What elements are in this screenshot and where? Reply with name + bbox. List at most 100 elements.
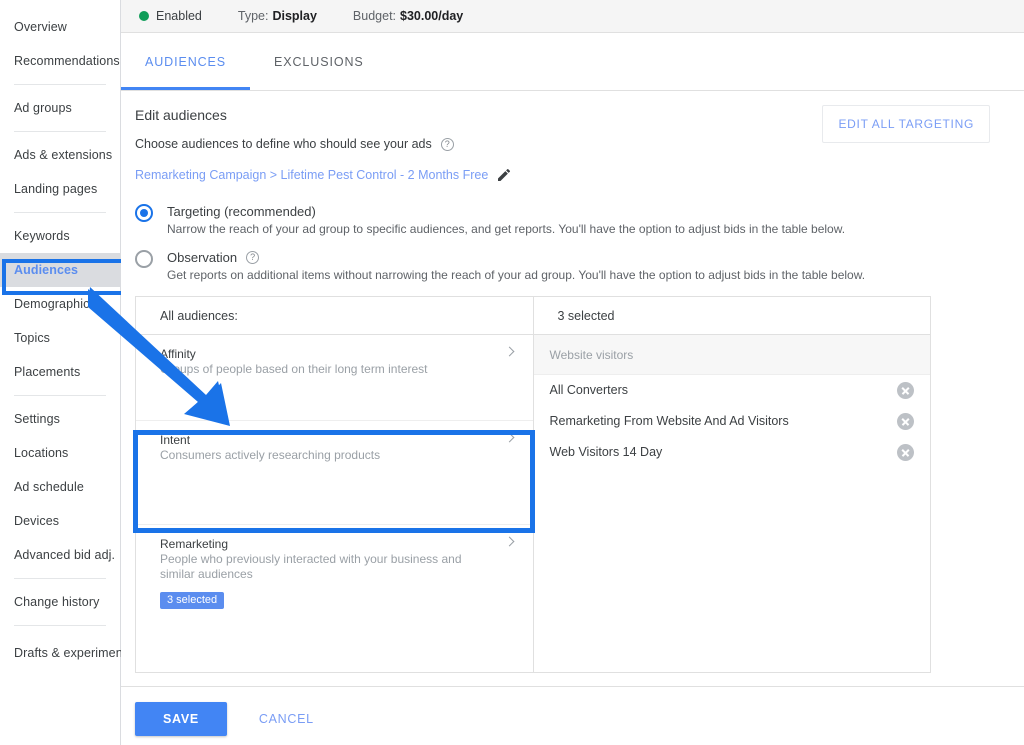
selected-audience-row[interactable]: Remarketing From Website And Ad Visitors	[534, 406, 931, 436]
status-text: Enabled	[156, 9, 202, 23]
sidebar-item-label: Overview	[14, 20, 67, 34]
sidebar-divider	[14, 625, 106, 626]
budget-label: Budget:	[352, 9, 397, 23]
type-label: Type:	[237, 9, 269, 23]
campaign-state: Enabled	[139, 9, 202, 23]
sidebar-item-placements[interactable]: Placements	[0, 355, 120, 389]
sidebar-item-devices[interactable]: Devices	[0, 504, 120, 538]
left-navigation-sidebar: Overview Recommendations Ad groups Ads &…	[0, 0, 133, 745]
sidebar-item-recommendations[interactable]: Recommendations	[0, 44, 120, 78]
sidebar-divider	[14, 395, 106, 396]
tab-exclusions[interactable]: EXCLUSIONS	[250, 34, 388, 90]
sidebar-item-settings[interactable]: Settings	[0, 402, 120, 436]
remove-icon[interactable]	[897, 412, 914, 430]
all-audiences-column: All audiences: Affinity Groups of people…	[136, 297, 534, 672]
edit-all-targeting-button[interactable]: EDIT ALL TARGETING	[822, 105, 990, 143]
google-ads-audiences-screen: Overview Recommendations Ad groups Ads &…	[0, 0, 1024, 745]
sidebar-item-label: Demographics	[14, 297, 96, 311]
audience-category-intent[interactable]: Intent Consumers actively researching pr…	[136, 421, 533, 525]
sidebar-item-label: Drafts & experiments	[14, 645, 133, 660]
sidebar-item-label: Devices	[14, 514, 60, 528]
panel-subtitle: Choose audiences to define who should se…	[135, 137, 432, 151]
category-name: Intent	[160, 433, 191, 447]
sidebar-item-label: Ads & extensions	[14, 148, 113, 162]
sidebar-divider	[14, 578, 106, 579]
sidebar-item-keywords[interactable]: Keywords	[0, 219, 120, 253]
sidebar-item-label: Topics	[14, 331, 51, 345]
chevron-right-icon	[504, 346, 514, 357]
tab-audiences[interactable]: AUDIENCES	[121, 34, 251, 90]
sidebar-item-label: Ad groups	[14, 101, 72, 115]
help-circle-icon[interactable]: ?	[440, 137, 454, 151]
category-description: People who previously interacted with yo…	[160, 552, 462, 581]
campaign-type: Type: Display	[238, 9, 317, 23]
selected-audience-label: All Converters	[549, 383, 629, 397]
sidebar-item-landing-pages[interactable]: Landing pages	[0, 172, 120, 206]
pencil-icon[interactable]	[496, 167, 512, 183]
tab-label: AUDIENCES	[145, 55, 227, 69]
selected-audience-row[interactable]: All Converters	[534, 375, 931, 405]
remove-icon[interactable]	[897, 381, 914, 399]
selected-audience-label: Web Visitors 14 Day	[549, 445, 663, 459]
breadcrumb[interactable]: Remarketing Campaign > Lifetime Pest Con…	[135, 168, 488, 182]
sidebar-item-label: Keywords	[14, 229, 70, 243]
sidebar-item-topics[interactable]: Topics	[0, 321, 120, 355]
status-dot-icon	[139, 11, 149, 21]
category-description: Groups of people based on their long ter…	[160, 362, 428, 376]
sidebar-item-audiences[interactable]: Audiences	[0, 253, 120, 287]
targeting-option-targeting[interactable]: Targeting (recommended) Narrow the reach…	[121, 203, 1024, 237]
panel-header: Edit audiences Choose audiences to defin…	[121, 91, 1024, 183]
chevron-right-icon	[504, 432, 514, 443]
radio-description: Narrow the reach of your ad group to spe…	[167, 222, 846, 236]
radio-observation[interactable]	[135, 250, 153, 268]
campaign-status-strip: Enabled Type: Display Budget: $30.00/day	[121, 0, 1024, 33]
type-value: Display	[272, 9, 317, 23]
sidebar-item-label: Recommendations	[14, 54, 120, 68]
footer-actions: SAVE CANCEL	[135, 702, 320, 736]
all-audiences-header: All audiences:	[136, 297, 533, 335]
budget-value: $30.00/day	[400, 9, 464, 23]
selected-audiences-column: 3 selected Website visitors All Converte…	[533, 297, 931, 672]
sidebar-item-ad-schedule[interactable]: Ad schedule	[0, 470, 120, 504]
sidebar-item-label: Change history	[14, 595, 100, 609]
sidebar-item-ad-groups[interactable]: Ad groups	[0, 91, 120, 125]
selected-group-header: Website visitors	[533, 335, 930, 375]
category-name: Remarketing	[160, 537, 229, 551]
sidebar-divider	[14, 84, 106, 85]
save-button[interactable]: SAVE	[135, 702, 227, 736]
radio-label: Targeting (recommended)	[167, 204, 316, 219]
edit-audiences-panel: Edit audiences Choose audiences to defin…	[121, 91, 1024, 745]
help-circle-icon[interactable]: ?	[246, 251, 260, 264]
sidebar-item-label: Landing pages	[14, 182, 98, 196]
chevron-right-icon	[504, 536, 514, 547]
radio-label: Observation	[167, 250, 238, 265]
audience-picker: All audiences: Affinity Groups of people…	[135, 296, 931, 673]
radio-label-row: Observation ?	[167, 249, 865, 266]
audience-category-affinity[interactable]: Affinity Groups of people based on their…	[136, 335, 533, 421]
campaign-budget: Budget: $30.00/day	[353, 9, 463, 23]
sidebar-item-advanced-bid-adj[interactable]: Advanced bid adj.	[0, 538, 120, 572]
sidebar-item-label: Settings	[14, 412, 60, 426]
targeting-option-observation[interactable]: Observation ? Get reports on additional …	[121, 249, 1024, 283]
selected-audience-row[interactable]: Web Visitors 14 Day	[534, 437, 931, 467]
category-name: Affinity	[160, 347, 196, 361]
sidebar-item-demographics[interactable]: Demographics	[0, 287, 120, 321]
sidebar-item-drafts-experiments[interactable]: Drafts & experiments	[0, 632, 133, 674]
tab-bar: AUDIENCES EXCLUSIONS	[121, 33, 1024, 91]
sidebar-item-label: Advanced bid adj.	[14, 548, 116, 562]
remove-icon[interactable]	[897, 443, 914, 461]
audience-category-remarketing[interactable]: Remarketing People who previously intera…	[136, 525, 533, 655]
sidebar-item-change-history[interactable]: Change history	[0, 585, 120, 619]
radio-description: Get reports on additional items without …	[167, 268, 866, 282]
sidebar-item-label: Audiences	[14, 263, 79, 277]
category-description: Consumers actively researching products	[160, 448, 381, 462]
breadcrumb-row: Remarketing Campaign > Lifetime Pest Con…	[135, 167, 1024, 183]
tab-label: EXCLUSIONS	[274, 55, 364, 69]
cancel-button[interactable]: CANCEL	[253, 711, 320, 727]
sidebar-item-ads-extensions[interactable]: Ads & extensions	[0, 138, 120, 172]
sidebar-divider	[14, 212, 106, 213]
radio-targeting[interactable]	[135, 204, 153, 222]
sidebar-item-locations[interactable]: Locations	[0, 436, 120, 470]
sidebar-item-overview[interactable]: Overview	[0, 10, 120, 44]
sidebar-item-label: Ad schedule	[14, 480, 84, 494]
